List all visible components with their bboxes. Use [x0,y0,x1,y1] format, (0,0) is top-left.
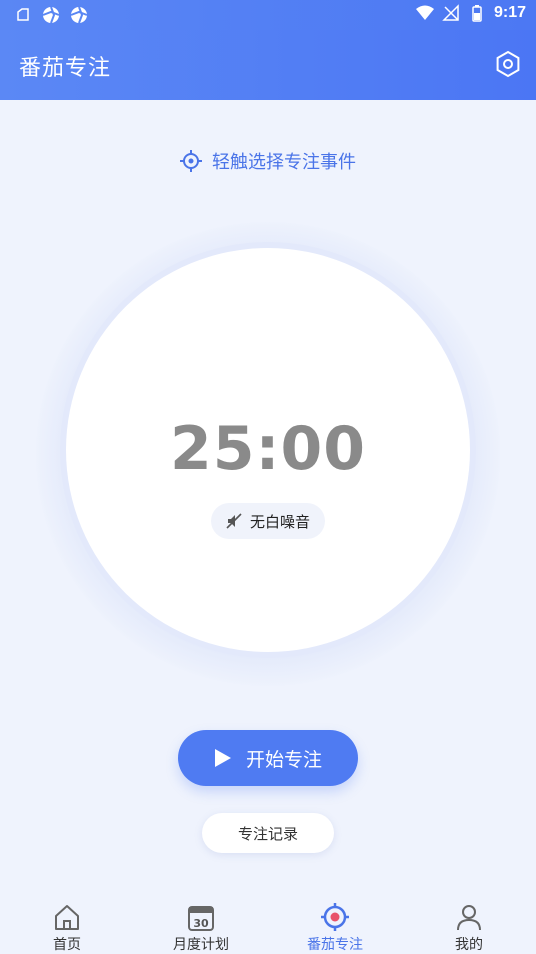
start-focus-button[interactable]: 开始专注 [178,730,358,786]
tab-tomato-focus-label: 番茄专注 [307,937,363,953]
status-notifications [14,6,88,24]
wifi-icon [415,5,434,20]
speaker-muted-icon [226,513,242,529]
focus-target-icon [321,903,349,931]
tab-home[interactable]: 首页 [0,894,134,954]
timer-display: 25:00 [170,414,366,484]
tab-monthly-plan[interactable]: 30 月度计划 [134,894,268,954]
select-event-label: 轻触选择专注事件 [212,152,356,173]
gear-icon [496,50,520,78]
status-system: 9:17 [415,4,526,22]
select-event-link[interactable]: 轻触选择专注事件 [0,146,536,176]
crosshair-icon [180,150,202,172]
home-icon [55,905,79,930]
white-noise-label: 无白噪音 [249,512,310,531]
notification-icon [17,8,29,21]
user-icon [457,905,481,931]
tab-mine[interactable]: 我的 [402,894,536,954]
settings-button[interactable] [494,50,522,78]
focus-record-button[interactable]: 专注记录 [202,813,334,853]
app-bar: 番茄专注 [0,30,536,100]
tab-home-label: 首页 [53,937,81,953]
calendar-icon: 30 [188,906,214,931]
status-bar: 9:17 [0,0,536,30]
aperture-icon [42,6,60,24]
no-signal-icon [442,4,459,21]
start-focus-label: 开始专注 [245,748,322,771]
tab-mine-label: 我的 [455,937,483,953]
white-noise-toggle[interactable]: 无白噪音 [211,503,325,539]
bottom-tab-bar: 首页 30 月度计划 番茄专注 我的 [0,894,536,954]
calendar-day: 30 [193,917,209,930]
battery-icon [472,5,482,22]
page-title: 番茄专注 [19,56,112,81]
tab-monthly-plan-label: 月度计划 [173,937,229,953]
play-icon [214,749,231,767]
tab-tomato-focus[interactable]: 番茄专注 [268,894,402,954]
aperture-icon [70,6,88,24]
status-time: 9:17 [493,4,526,21]
